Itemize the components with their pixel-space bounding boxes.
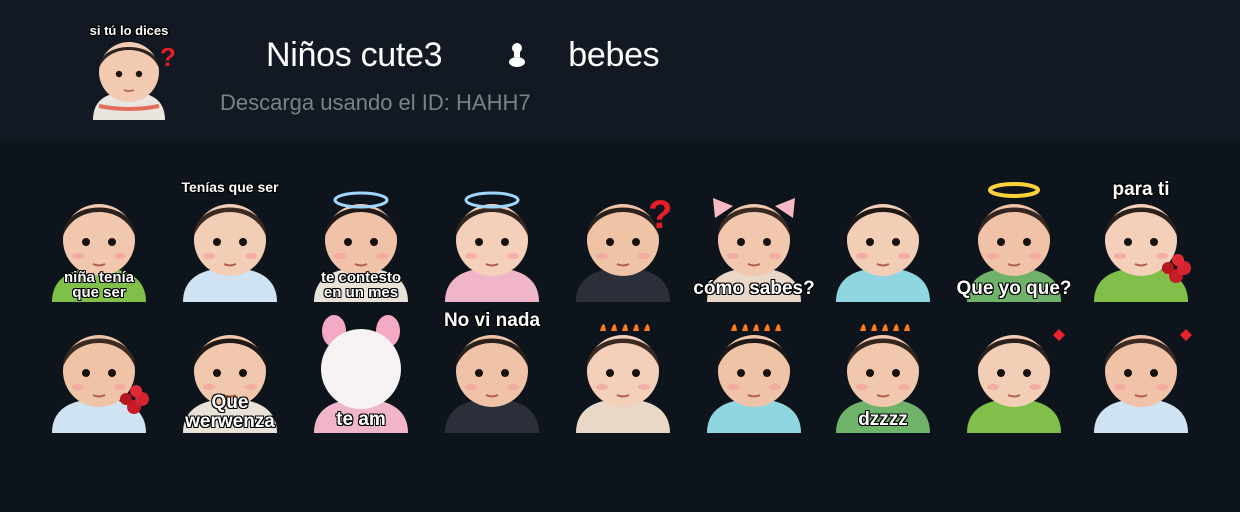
- sticker-6[interactable]: cómo sabes?: [693, 178, 815, 302]
- sticker-image: ?: [562, 178, 684, 302]
- sticker-9[interactable]: para ti: [1080, 178, 1202, 302]
- sticker-caption: cómo sabes?: [693, 278, 815, 299]
- sticker-10[interactable]: [38, 309, 160, 433]
- sticker-2[interactable]: Tenías que ser: [169, 178, 291, 302]
- pack-header: ? si tú lo dices Niños cute3 bebes Descar…: [0, 0, 1240, 141]
- sticker-caption: No vi nada: [443, 310, 541, 331]
- sticker-caption: Tenías que ser: [181, 179, 279, 195]
- sticker-8[interactable]: Que yo que?: [953, 178, 1075, 302]
- sticker-4[interactable]: [431, 178, 553, 302]
- pack-cover-sticker[interactable]: ? si tú lo dices: [79, 20, 179, 120]
- download-id-text: Descarga usando el ID: HAHH7: [220, 90, 531, 115]
- sticker-13[interactable]: No vi nada: [431, 309, 553, 433]
- sticker-caption: para ti: [1112, 179, 1170, 200]
- sticker-image: [1080, 309, 1202, 433]
- sticker-15[interactable]: [693, 309, 815, 433]
- sticker-5[interactable]: ?: [562, 178, 684, 302]
- svg-text:?: ?: [648, 193, 672, 237]
- pack-title-text: Niños cute3: [266, 36, 443, 74]
- sticker-16[interactable]: dzzzz: [822, 309, 944, 433]
- sticker-image: [693, 309, 815, 433]
- sticker-caption: niña tenía que ser: [63, 269, 134, 301]
- sticker-7[interactable]: [822, 178, 944, 302]
- sticker-image: [431, 178, 553, 302]
- sticker-17[interactable]: [953, 309, 1075, 433]
- svg-text:?: ?: [160, 42, 176, 72]
- pack-title: Niños cute3 bebes: [266, 36, 660, 77]
- sticker-caption: Que yo que?: [956, 278, 1072, 299]
- sticker-caption: te contesto en un mes: [320, 269, 401, 301]
- sticker-caption: te am: [336, 409, 386, 430]
- sticker-caption: Que werwenza: [185, 392, 275, 432]
- pacifier-icon: [508, 38, 528, 77]
- sticker-1[interactable]: niña tenía que ser: [38, 178, 160, 302]
- sticker-14[interactable]: [562, 309, 684, 433]
- sticker-11[interactable]: Que werwenza: [169, 309, 291, 433]
- sticker-18[interactable]: [1080, 309, 1202, 433]
- pack-title-suffix: bebes: [568, 36, 660, 74]
- sticker-caption: dzzzz: [858, 409, 908, 430]
- sticker-image: [562, 309, 684, 433]
- sticker-image: [953, 309, 1075, 433]
- sticker-image: [169, 178, 291, 302]
- sticker-12[interactable]: te am: [300, 309, 422, 433]
- sticker-image: [38, 309, 160, 433]
- sticker-3[interactable]: te contesto en un mes: [300, 178, 422, 302]
- sticker-image: [822, 178, 944, 302]
- cover-caption: si tú lo dices: [89, 23, 169, 38]
